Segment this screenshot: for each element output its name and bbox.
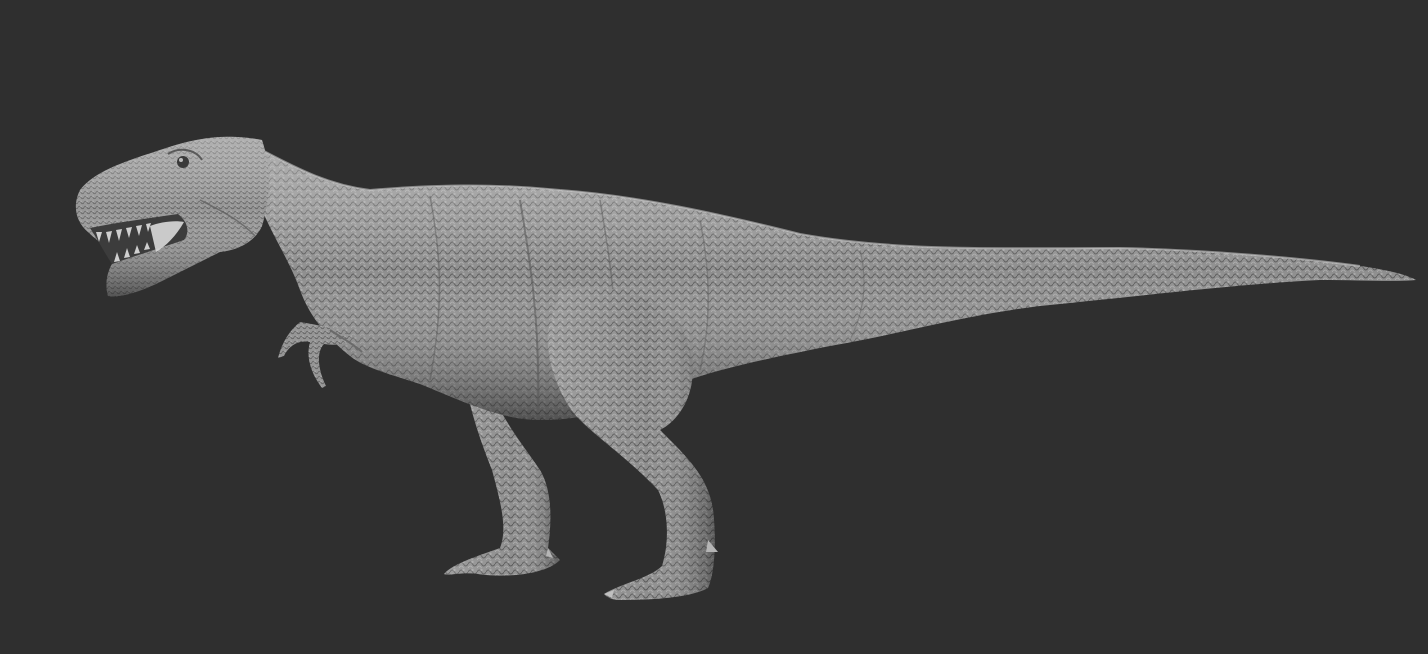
viewport-canvas[interactable] (0, 0, 1428, 654)
torso-and-tail (261, 149, 1416, 420)
head (75, 136, 269, 297)
trex-model (75, 136, 1416, 600)
